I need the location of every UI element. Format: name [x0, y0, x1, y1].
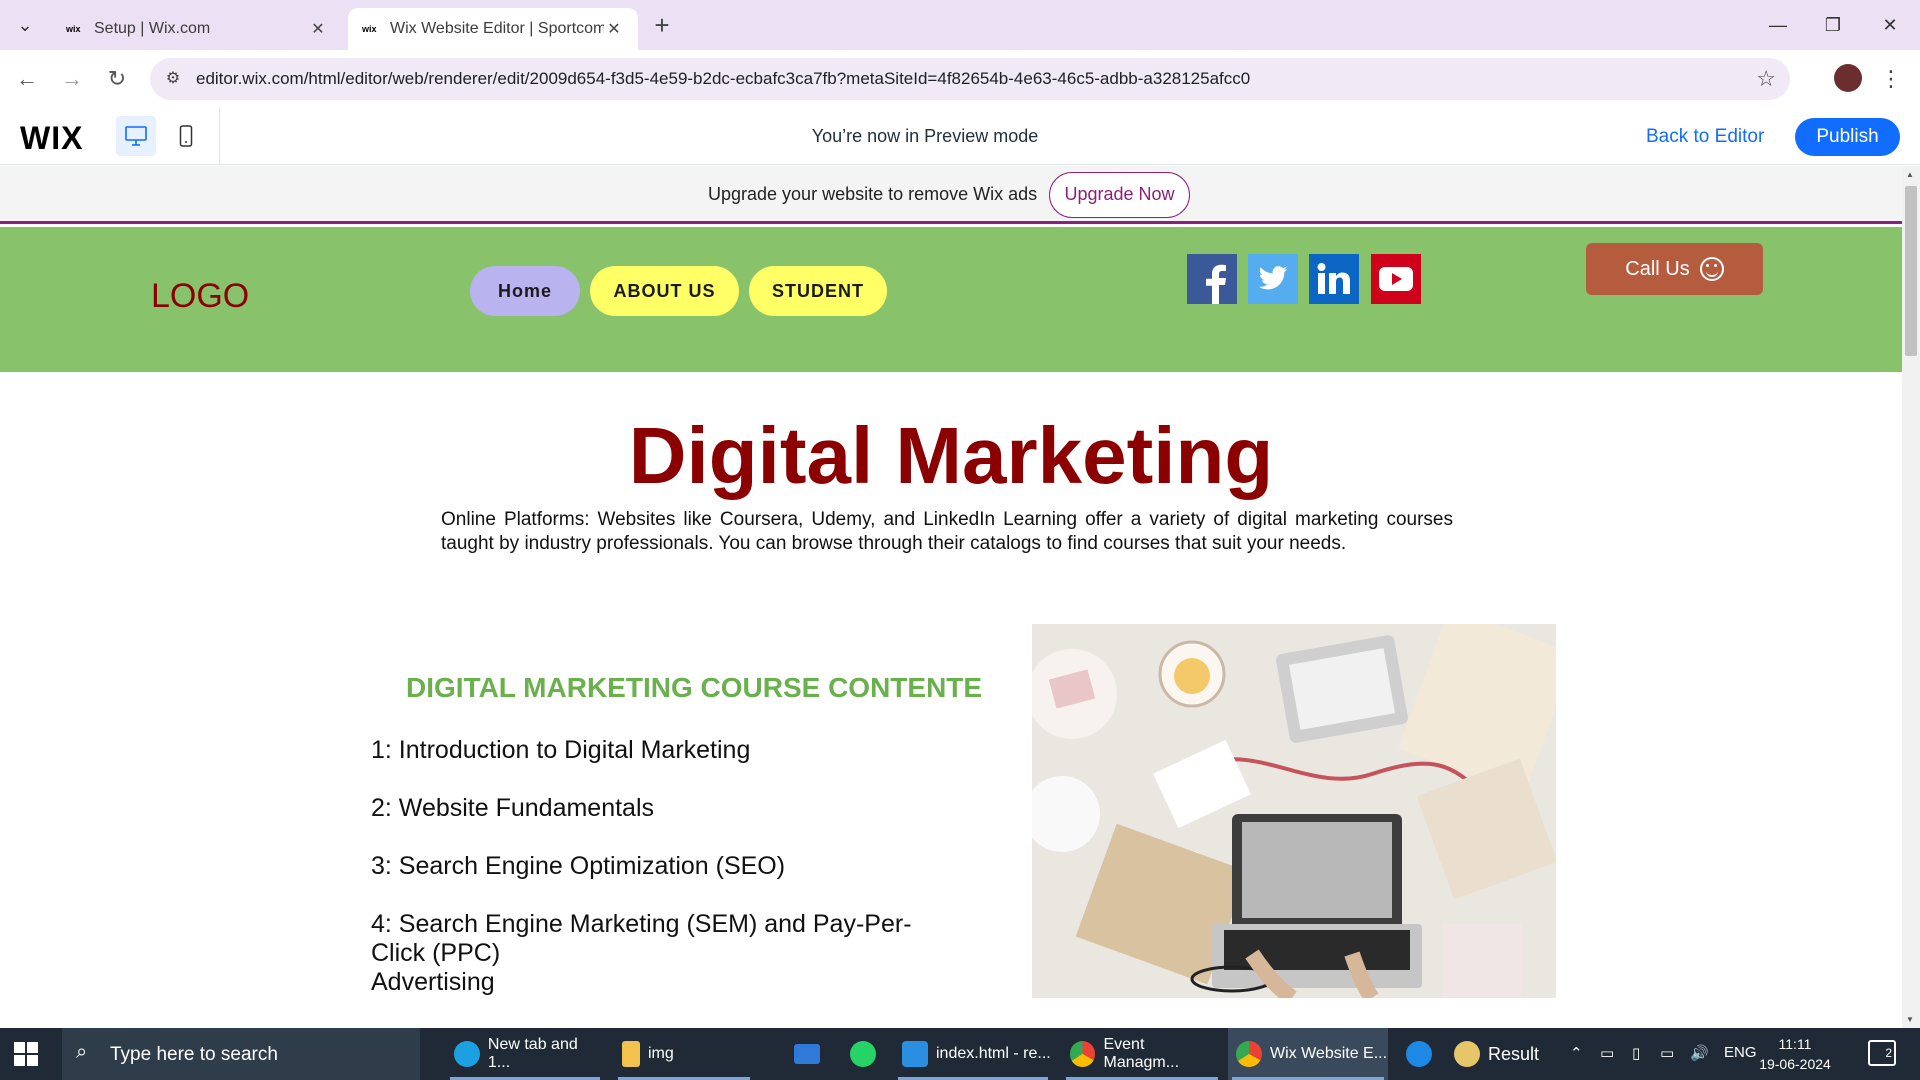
- page-scrollbar[interactable]: ▲ ▼: [1902, 166, 1920, 1028]
- notifications-icon[interactable]: 2: [1868, 1040, 1896, 1066]
- close-tab-icon[interactable]: ✕: [308, 19, 328, 39]
- network-icon[interactable]: ▭: [1600, 1044, 1614, 1062]
- battery-icon[interactable]: ▭: [1660, 1044, 1674, 1062]
- taskbar-label: Result: [1488, 1043, 1540, 1064]
- ads-banner-text: Upgrade your website to remove Wix ads: [708, 184, 1038, 204]
- taskbar-folder[interactable]: img: [614, 1028, 754, 1080]
- list-item: 1: Introduction to Digital Marketing: [371, 736, 751, 764]
- course-list: 1: Introduction to Digital Marketing 2: …: [371, 736, 931, 1026]
- call-us-label: Call Us: [1625, 257, 1690, 280]
- taskbar-label: index.html - re...: [936, 1045, 1051, 1062]
- youtube-icon[interactable]: [1371, 254, 1421, 304]
- taskbar-vscode[interactable]: index.html - re...: [894, 1028, 1052, 1080]
- intro-paragraph: Online Platforms: Websites like Coursera…: [441, 509, 1453, 554]
- restore-icon[interactable]: ❐: [1813, 10, 1853, 40]
- taskbar-label: img: [648, 1045, 674, 1062]
- browser-menu-icon[interactable]: ⋮: [1880, 64, 1902, 94]
- twitter-icon[interactable]: [1248, 254, 1298, 304]
- tab-search-chevron-icon[interactable]: ⌄: [8, 8, 42, 42]
- taskbar-label: Event Managm...: [1103, 1036, 1180, 1071]
- windows-taskbar: ⌕ Type here to search New tab and 1... i…: [0, 1028, 1920, 1080]
- browser-toolbar: ← → ↻ ⚙ editor.wix.com/html/editor/web/r…: [0, 50, 1920, 108]
- wix-ads-banner: Upgrade your website to remove Wix ads U…: [0, 166, 1902, 224]
- clock-date: 19-06-2024: [1759, 1056, 1831, 1072]
- taskbar-chrome-wix[interactable]: Wix Website E...: [1228, 1028, 1388, 1080]
- smiley-icon: [1699, 257, 1724, 281]
- clock-time: 11:11: [1778, 1036, 1812, 1052]
- back-to-editor-link[interactable]: Back to Editor: [1646, 126, 1764, 148]
- taskbar-label: New tab and 1...: [487, 1036, 578, 1071]
- site-info-icon[interactable]: ⚙: [162, 68, 184, 90]
- taskbar-mail[interactable]: [786, 1028, 826, 1080]
- browser-tab-strip: ⌄ wix Setup | Wix.com ✕ wix Wix Website …: [0, 0, 1920, 50]
- taskbar-whatsapp[interactable]: [842, 1028, 882, 1080]
- system-clock[interactable]: 11:11 19-06-2024: [1755, 1034, 1835, 1074]
- tab-title: Wix Website Editor | Sportcomp: [390, 20, 604, 37]
- forward-arrow-icon[interactable]: →: [57, 64, 87, 94]
- edge-icon: [454, 1041, 480, 1067]
- browser-tab-editor[interactable]: wix Wix Website Editor | Sportcomp ✕: [348, 8, 638, 50]
- list-item: 4: Search Engine Marketing (SEM) and Pay…: [371, 910, 912, 996]
- site-header: LOGO Home ABOUT US STUDENT Call Us: [0, 227, 1902, 372]
- nav-home[interactable]: Home: [470, 266, 580, 316]
- upgrade-now-button[interactable]: Upgrade Now: [1049, 172, 1190, 218]
- address-bar[interactable]: ⚙ editor.wix.com/html/editor/web/rendere…: [150, 58, 1790, 100]
- taskbar-help[interactable]: [1398, 1028, 1438, 1080]
- taskbar-label: Wix Website E...: [1270, 1045, 1388, 1062]
- reload-icon[interactable]: ↻: [102, 64, 132, 94]
- mail-icon: [794, 1044, 820, 1064]
- browser-tab-setup[interactable]: wix Setup | Wix.com ✕: [52, 8, 342, 50]
- url-text[interactable]: editor.wix.com/html/editor/web/renderer/…: [196, 69, 1250, 89]
- workspace-photo: [1032, 624, 1556, 998]
- taskbar-result[interactable]: Result: [1446, 1028, 1566, 1080]
- windows-start-icon[interactable]: [14, 1042, 38, 1066]
- taskbar-edge[interactable]: New tab and 1...: [446, 1028, 604, 1080]
- call-us-button[interactable]: Call Us: [1586, 243, 1763, 295]
- course-heading: DIGITAL MARKETING COURSE CONTENTE: [406, 672, 983, 703]
- vscode-icon: [902, 1041, 928, 1067]
- search-icon: ⌕: [76, 1041, 88, 1063]
- help-icon: [1406, 1041, 1432, 1067]
- nav-student[interactable]: STUDENT: [749, 266, 887, 316]
- chrome-icon: [1236, 1041, 1262, 1067]
- profile-avatar[interactable]: [1834, 64, 1862, 92]
- close-window-icon[interactable]: ✕: [1870, 10, 1910, 40]
- publish-button[interactable]: Publish: [1795, 118, 1900, 156]
- list-item: 2: Website Fundamentals: [371, 794, 655, 822]
- list-item: 3: Search Engine Optimization (SEO): [371, 852, 786, 880]
- facebook-icon[interactable]: [1187, 254, 1237, 304]
- chrome-icon: [1070, 1041, 1096, 1067]
- tab-title: Setup | Wix.com: [94, 20, 211, 37]
- site-preview: Upgrade your website to remove Wix ads U…: [0, 166, 1920, 1028]
- close-tab-icon[interactable]: ✕: [604, 19, 624, 39]
- nav-about-us[interactable]: ABOUT US: [590, 266, 739, 316]
- taskbar-chrome-event[interactable]: Event Managm...: [1062, 1028, 1222, 1080]
- wix-favicon-icon: wix: [362, 24, 377, 34]
- volume-icon[interactable]: 🔊: [1690, 1044, 1709, 1062]
- wix-preview-bar: WIX You’re now in Preview mode Back to E…: [0, 108, 1920, 165]
- site-logo[interactable]: LOGO: [151, 277, 249, 316]
- linkedin-icon[interactable]: [1309, 254, 1359, 304]
- scroll-up-icon[interactable]: ▲: [1906, 170, 1914, 179]
- search-placeholder: Type here to search: [110, 1044, 278, 1065]
- taskbar-search-box[interactable]: ⌕ Type here to search: [62, 1028, 420, 1080]
- new-tab-plus-icon[interactable]: +: [648, 12, 676, 40]
- bookmark-star-icon[interactable]: ☆: [1756, 66, 1776, 92]
- show-hidden-icons-chevron-icon[interactable]: ⌃: [1570, 1044, 1583, 1062]
- minimize-icon[interactable]: —: [1758, 10, 1798, 40]
- scrollbar-thumb[interactable]: [1905, 186, 1917, 356]
- whatsapp-icon: [850, 1041, 876, 1067]
- language-indicator[interactable]: ENG: [1724, 1044, 1757, 1061]
- folder-icon: [622, 1041, 640, 1067]
- scroll-down-icon[interactable]: ▼: [1906, 1015, 1914, 1024]
- preview-mode-message: You’re now in Preview mode: [811, 126, 1039, 146]
- result-icon: [1454, 1041, 1480, 1067]
- wix-favicon-icon: wix: [66, 24, 81, 34]
- back-arrow-icon[interactable]: ←: [12, 64, 42, 94]
- page-title: Digital Marketing: [628, 411, 1274, 500]
- device-icon[interactable]: ▯: [1632, 1044, 1640, 1062]
